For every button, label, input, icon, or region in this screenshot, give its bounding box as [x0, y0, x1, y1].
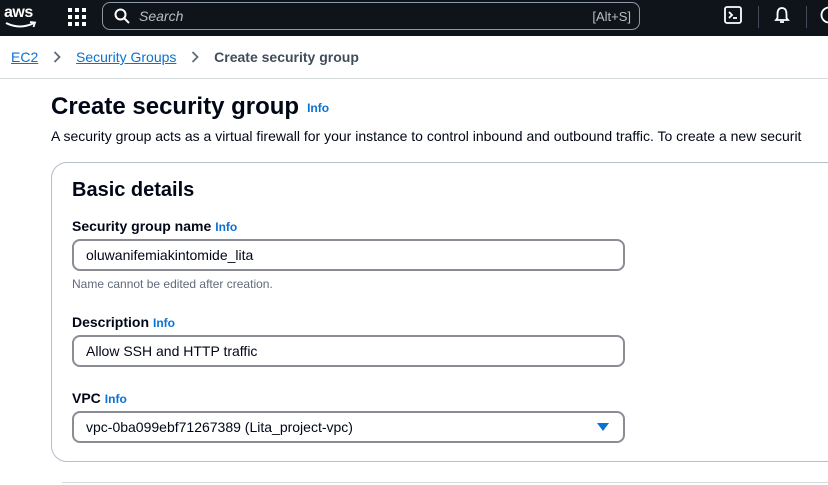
security-group-name-label: Security group name Info: [72, 218, 237, 234]
security-group-name-info-link[interactable]: Info: [215, 220, 237, 234]
description-info-link[interactable]: Info: [153, 316, 175, 330]
page-description: A security group acts as a virtual firew…: [51, 128, 802, 144]
breadcrumb-security-groups[interactable]: Security Groups: [76, 49, 176, 65]
description-field[interactable]: [72, 335, 625, 367]
aws-logo[interactable]: aws: [4, 4, 38, 32]
description-label: Description Info: [72, 314, 175, 330]
chevron-right-icon: [53, 50, 61, 66]
security-group-name-field[interactable]: [72, 239, 625, 271]
vpc-label-text: VPC: [72, 390, 101, 406]
top-navigation: aws [Alt+S]: [0, 0, 828, 36]
global-search[interactable]: [Alt+S]: [102, 2, 640, 30]
nav-divider: [758, 6, 759, 28]
vpc-select-value: vpc-0ba099ebf71267389 (Lita_project-vpc): [86, 419, 353, 435]
page-title-text: Create security group: [51, 93, 300, 120]
breadcrumb-current: Create security group: [214, 49, 359, 65]
security-group-name-hint: Name cannot be edited after creation.: [72, 277, 273, 291]
vpc-select[interactable]: vpc-0ba099ebf71267389 (Lita_project-vpc): [72, 411, 625, 443]
cloudshell-icon[interactable]: [724, 6, 744, 26]
description-input[interactable]: [86, 337, 566, 365]
chevron-right-icon: [191, 50, 200, 66]
search-icon: [114, 8, 130, 24]
breadcrumb: EC2 Security Groups Create security grou…: [11, 49, 359, 69]
search-input[interactable]: [139, 3, 559, 29]
notifications-bell-icon[interactable]: [773, 6, 793, 26]
caret-down-icon: [597, 423, 609, 431]
section-divider: [62, 482, 828, 483]
services-grid-icon[interactable]: [68, 8, 86, 26]
security-group-name-label-text: Security group name: [72, 218, 212, 234]
page-info-link[interactable]: Info: [307, 101, 329, 115]
vpc-label: VPC Info: [72, 390, 127, 406]
basic-details-title: Basic details: [72, 179, 195, 201]
search-shortcut: [Alt+S]: [592, 9, 631, 24]
basic-details-container: Basic details Security group nameInfo Na…: [51, 162, 828, 462]
breadcrumb-divider: [0, 78, 828, 79]
help-icon[interactable]: [820, 6, 828, 26]
aws-smile-icon: [5, 21, 37, 28]
breadcrumb-ec2[interactable]: EC2: [11, 49, 38, 65]
aws-logo-text: aws: [4, 4, 33, 21]
description-label-text: Description: [72, 314, 150, 330]
page-title: Create security group Info: [51, 93, 329, 121]
nav-divider: [806, 6, 807, 28]
security-group-name-input[interactable]: [86, 241, 566, 269]
vpc-info-link[interactable]: Info: [105, 392, 127, 406]
